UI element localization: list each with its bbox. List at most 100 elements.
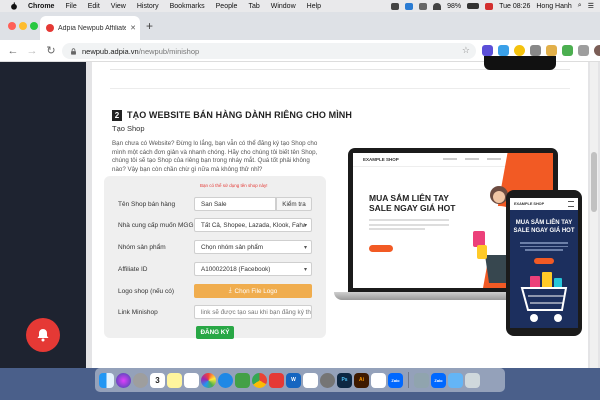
macos-menu-bar: Chrome File Edit View History Bookmarks … xyxy=(0,0,600,12)
extension-icon[interactable] xyxy=(578,45,589,56)
provider-select[interactable]: Tất Cả, Shopee, Lazada, Klook, Fahasa ▾ xyxy=(194,218,312,232)
browser-tab[interactable]: Adpia Newpub Affiliate Minishop ✕ xyxy=(40,16,140,40)
messenger-icon[interactable] xyxy=(218,372,233,388)
dock-separator xyxy=(408,372,409,388)
trash-icon[interactable] xyxy=(465,372,480,388)
folder-icon[interactable] xyxy=(448,372,463,388)
product-group-select-value: Chọn nhóm sản phẩm xyxy=(201,243,263,251)
status-app-icon[interactable] xyxy=(391,2,400,10)
page-scrollbar[interactable] xyxy=(590,62,598,368)
menu-window[interactable]: Window xyxy=(271,3,296,10)
photoshop-icon[interactable]: Ps xyxy=(337,372,352,388)
battery-icon[interactable] xyxy=(467,3,480,9)
chevron-down-icon: ▾ xyxy=(303,267,307,273)
extension-icon[interactable] xyxy=(514,45,525,56)
choose-logo-button[interactable]: ⤓ Chọn File Logo xyxy=(194,284,312,298)
phone-headline-1: MUA SẮM LIÊN TAY xyxy=(515,220,573,226)
status-app-icon[interactable] xyxy=(419,2,428,10)
chevron-down-icon: ▾ xyxy=(303,245,307,251)
step-number-badge: 2 xyxy=(112,110,122,121)
menu-people[interactable]: People xyxy=(216,3,238,10)
affiliate-id-select[interactable]: A100022018 (Facebook) ▾ xyxy=(194,262,312,276)
menu-tab[interactable]: Tab xyxy=(248,3,259,10)
reload-icon[interactable]: ↻ xyxy=(45,44,57,57)
menu-app-name[interactable]: Chrome xyxy=(28,3,54,10)
facetime-icon[interactable] xyxy=(235,372,250,388)
battery-percent[interactable]: 98% xyxy=(447,3,461,10)
lock-icon[interactable] xyxy=(70,47,77,55)
previous-section-device xyxy=(484,56,556,70)
app-icon[interactable] xyxy=(269,372,284,388)
system-preferences-icon[interactable] xyxy=(320,372,335,388)
sidebar xyxy=(0,62,86,368)
downloads-stack-icon[interactable] xyxy=(414,372,429,388)
laptop-cta-button xyxy=(369,245,393,252)
wifi-icon[interactable] xyxy=(433,2,442,10)
extension-icon[interactable] xyxy=(546,45,557,56)
scrollbar-thumb[interactable] xyxy=(591,152,597,212)
address-bar[interactable]: newpub.adpia.vn/newpub/minishop ☆ xyxy=(62,43,476,59)
extension-icon[interactable] xyxy=(482,45,493,56)
photos-icon[interactable] xyxy=(201,372,216,388)
zalo-icon[interactable]: Zalo xyxy=(388,372,403,388)
phone-screen: EXAMPLE SHOP MUA SẮM LIÊN TAY SALE NGAY … xyxy=(510,198,578,328)
reminders-icon[interactable] xyxy=(184,372,199,388)
extension-icon[interactable] xyxy=(498,45,509,56)
window-minimize-icon[interactable] xyxy=(19,22,27,30)
tab-favicon-icon xyxy=(46,24,54,32)
menubar-clock[interactable]: Tue 08:26 xyxy=(499,3,530,10)
phone-body-text xyxy=(520,242,568,253)
menu-edit[interactable]: Edit xyxy=(88,3,100,10)
menubar-user[interactable]: Hong Hanh xyxy=(536,3,571,10)
bookmark-star-icon[interactable]: ☆ xyxy=(462,45,470,56)
launchpad-icon[interactable] xyxy=(133,372,148,388)
laptop-body-text xyxy=(369,219,449,233)
laptop-headline-1: MUA SẮM LIÊN TAY xyxy=(369,193,449,203)
affiliate-id-label: Affiliate ID xyxy=(118,266,148,273)
shop-name-input[interactable]: San Sale xyxy=(194,197,276,211)
menubar-status-area: 98% Tue 08:26 Hong Hanh ⌕ ☰ xyxy=(391,0,594,12)
tab-title: Adpia Newpub Affiliate Minishop xyxy=(58,24,127,32)
search-icon[interactable]: ⌕ xyxy=(578,2,582,10)
forward-arrow-icon[interactable]: → xyxy=(26,45,38,57)
check-button[interactable]: Kiểm tra xyxy=(276,197,312,211)
window-zoom-icon[interactable] xyxy=(30,22,38,30)
menu-file[interactable]: File xyxy=(65,3,76,10)
bell-icon xyxy=(37,329,49,342)
menu-bookmarks[interactable]: Bookmarks xyxy=(170,3,205,10)
app-viewport: 2 TẠO WEBSITE BÁN HÀNG DÀNH RIÊNG CHO MÌ… xyxy=(0,56,600,368)
finder-icon[interactable] xyxy=(99,372,114,388)
siri-icon[interactable] xyxy=(116,372,131,388)
hamburger-menu-icon xyxy=(568,201,574,207)
back-arrow-icon[interactable]: ← xyxy=(7,45,19,57)
extension-icon[interactable] xyxy=(562,45,573,56)
word-icon[interactable]: W xyxy=(286,372,301,388)
apple-logo-icon[interactable] xyxy=(10,2,18,10)
menu-view[interactable]: View xyxy=(111,3,126,10)
create-shop-form: Bạn có thể sử dụng tên shop này! Tên Sho… xyxy=(104,176,326,339)
control-center-icon[interactable]: ☰ xyxy=(588,2,594,10)
tab-close-icon[interactable]: ✕ xyxy=(130,24,136,32)
zalo-window-icon[interactable]: Zalo xyxy=(431,372,446,388)
extension-icon[interactable] xyxy=(530,45,541,56)
notification-button[interactable] xyxy=(26,318,60,352)
profile-avatar[interactable] xyxy=(594,45,600,56)
status-app-icon[interactable] xyxy=(405,2,414,10)
menu-help[interactable]: Help xyxy=(307,3,321,10)
window-close-icon[interactable] xyxy=(8,22,16,30)
choose-logo-label: Chọn File Logo xyxy=(234,287,278,295)
notes-icon[interactable] xyxy=(167,372,182,388)
shop-name-label: Tên Shop bán hàng xyxy=(118,201,176,208)
mail-icon[interactable] xyxy=(303,372,318,388)
phone-shop-nav: EXAMPLE SHOP xyxy=(510,198,578,210)
calendar-icon[interactable]: 3 xyxy=(150,372,165,388)
menu-history[interactable]: History xyxy=(137,3,159,10)
illustrator-icon[interactable]: Ai xyxy=(354,372,369,388)
flag-icon[interactable] xyxy=(485,2,494,10)
chrome-icon[interactable] xyxy=(252,372,267,388)
register-button[interactable]: ĐĂNG KÝ xyxy=(196,326,234,339)
app-icon[interactable] xyxy=(371,372,386,388)
product-group-select[interactable]: Chọn nhóm sản phẩm ▾ xyxy=(194,240,312,254)
new-tab-icon[interactable]: + xyxy=(146,20,153,32)
link-minishop-input[interactable] xyxy=(194,305,312,319)
